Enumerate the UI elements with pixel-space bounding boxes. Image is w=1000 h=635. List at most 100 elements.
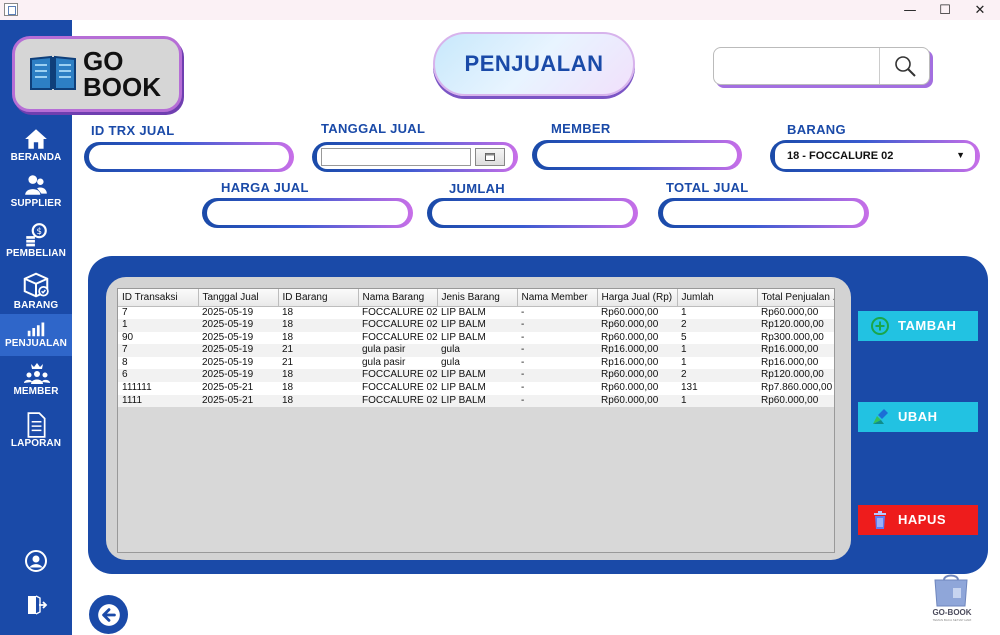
table-cell: Rp7.860.000,00 [757, 382, 834, 395]
tanggal-field-frame [312, 142, 518, 172]
total-input[interactable] [663, 201, 864, 225]
plus-circle-icon [871, 317, 889, 335]
sales-table-container[interactable]: ID Transaksi Tanggal Jual ID Barang Nama… [117, 288, 835, 553]
table-cell: - [517, 382, 597, 395]
column-header[interactable]: Jenis Barang [437, 289, 518, 307]
total-field-frame [658, 198, 869, 228]
table-cell: Rp60.000,00 [597, 306, 677, 320]
sidebar-item-label: SUPPLIER [10, 198, 62, 209]
profile-button[interactable] [0, 548, 72, 574]
column-header[interactable]: Nama Member [517, 289, 598, 307]
column-header[interactable]: Total Penjualan ... [757, 289, 834, 307]
page-title: PENJUALAN [464, 51, 604, 76]
sidebar-item-laporan[interactable]: LAPORAN [0, 412, 72, 458]
table-cell: 21 [278, 344, 358, 357]
table-cell: FOCCALURE 02 [358, 306, 437, 320]
shopping-bag-icon [934, 574, 968, 607]
hapus-label: HAPUS [898, 512, 947, 527]
close-button[interactable]: ✕ [965, 0, 995, 20]
sidebar-item-penjualan[interactable]: PENJUALAN [0, 314, 72, 356]
table-cell: Rp16.000,00 [757, 356, 834, 370]
table-cell: LIP BALM [437, 319, 517, 332]
member-input[interactable] [537, 143, 737, 167]
table-row[interactable]: 8 2025-05-19 21 gula pasir gula - Rp16.000,00 1… [118, 356, 834, 370]
column-header[interactable]: ID Transaksi [118, 289, 199, 307]
table-row[interactable]: 6 2025-05-19 18 FOCCALURE 02 LIP BALM - Rp60.0… [118, 369, 834, 383]
sidebar-item-label: BARANG [13, 300, 59, 311]
harga-field-frame [202, 198, 413, 228]
table-row[interactable]: 7 2025-05-19 18 FOCCALURE 02 LIP BALM - Rp60.0… [118, 306, 834, 320]
table-row[interactable]: 1111 2025-05-21 18 FOCCALURE 02 LIP BALM - Rp6… [118, 394, 834, 408]
sidebar-item-member[interactable]: MEMBER [0, 360, 72, 406]
edit-icon [873, 409, 888, 424]
table-cell: 7 [118, 306, 198, 320]
sidebar-item-label: PENJUALAN [4, 338, 68, 349]
sidebar: BERANDA SUPPLIER $ PEMBELIAN BARANG PENJ… [0, 20, 72, 635]
table-cell: 2025-05-19 [198, 331, 278, 345]
sidebar-item-pembelian[interactable]: $ PEMBELIAN [0, 222, 72, 268]
hapus-button[interactable]: HAPUS [858, 505, 978, 535]
table-cell: gula [437, 344, 517, 357]
table-cell: Rp60.000,00 [757, 394, 834, 408]
sidebar-item-label: LAPORAN [10, 438, 62, 449]
table-cell: 1 [677, 344, 757, 357]
sidebar-item-barang[interactable]: BARANG [0, 270, 72, 314]
sidebar-item-label: BERANDA [10, 152, 62, 163]
sidebar-item-beranda[interactable]: BERANDA [0, 126, 72, 172]
table-cell: 131 [677, 382, 757, 395]
table-cell: LIP BALM [437, 382, 517, 395]
table-cell: - [517, 394, 597, 408]
column-header[interactable]: Nama Barang [358, 289, 438, 307]
table-cell: 2 [677, 319, 757, 332]
date-picker-button[interactable] [475, 148, 505, 166]
svg-text:$: $ [37, 227, 43, 237]
table-cell: FOCCALURE 02 [358, 369, 437, 383]
box-icon [23, 272, 49, 298]
back-button[interactable] [89, 595, 128, 634]
table-cell: Rp300.000,00 [757, 331, 834, 345]
table-cell: - [517, 319, 597, 332]
document-icon [27, 412, 46, 438]
tambah-button[interactable]: TAMBAH [858, 311, 978, 341]
table-row[interactable]: 111111 2025-05-21 18 FOCCALURE 02 LIP BALM - R… [118, 382, 834, 395]
table-row[interactable]: 7 2025-05-19 21 gula pasir gula - Rp16.000,00 1… [118, 344, 834, 357]
tanggal-input[interactable] [321, 148, 471, 166]
table-cell: LIP BALM [437, 394, 517, 408]
maximize-button[interactable]: ☐ [930, 0, 960, 20]
table-cell: gula [437, 356, 517, 370]
table-cell: FOCCALURE 02 [358, 382, 437, 395]
harga-input[interactable] [207, 201, 408, 225]
logout-button[interactable] [0, 592, 72, 618]
sidebar-item-supplier[interactable]: SUPPLIER [0, 172, 72, 218]
jumlah-label: JUMLAH [449, 181, 505, 196]
search-input[interactable] [720, 54, 878, 78]
sidebar-item-label: PEMBELIAN [6, 248, 66, 259]
table-cell: Rp16.000,00 [597, 344, 677, 357]
app-icon [4, 3, 18, 16]
jumlah-input[interactable] [432, 201, 633, 225]
table-cell: LIP BALM [437, 306, 517, 320]
table-cell: FOCCALURE 02 [358, 331, 437, 345]
table-cell: Rp60.000,00 [597, 331, 677, 345]
column-header[interactable]: Harga Jual (Rp) [597, 289, 678, 307]
table-cell: Rp60.000,00 [757, 306, 834, 320]
column-header[interactable]: Jumlah [677, 289, 758, 307]
go-book-logo: GO BOOK [12, 36, 182, 112]
search-button[interactable] [879, 48, 929, 84]
column-header[interactable]: ID Barang [278, 289, 359, 307]
table-cell: - [517, 356, 597, 370]
ubah-button[interactable]: UBAH [858, 402, 978, 432]
table-cell: 90 [118, 331, 198, 345]
table-row[interactable]: 90 2025-05-19 18 FOCCALURE 02 LIP BALM - Rp60.… [118, 331, 834, 345]
barang-select[interactable]: 18 - FOCCALURE 02 ▼ [775, 143, 975, 169]
trash-icon [874, 511, 886, 529]
book-icon [30, 55, 76, 90]
table-cell: FOCCALURE 02 [358, 394, 437, 408]
table-cell: Rp60.000,00 [597, 369, 677, 383]
sidebar-item-label: MEMBER [13, 386, 59, 397]
minimize-button[interactable]: — [895, 0, 925, 20]
column-header[interactable]: Tanggal Jual [198, 289, 279, 307]
table-row[interactable]: 1 2025-05-19 18 FOCCALURE 02 LIP BALM - Rp60.0… [118, 319, 834, 332]
id-trx-input[interactable] [89, 145, 289, 169]
table-cell: 18 [278, 394, 358, 408]
